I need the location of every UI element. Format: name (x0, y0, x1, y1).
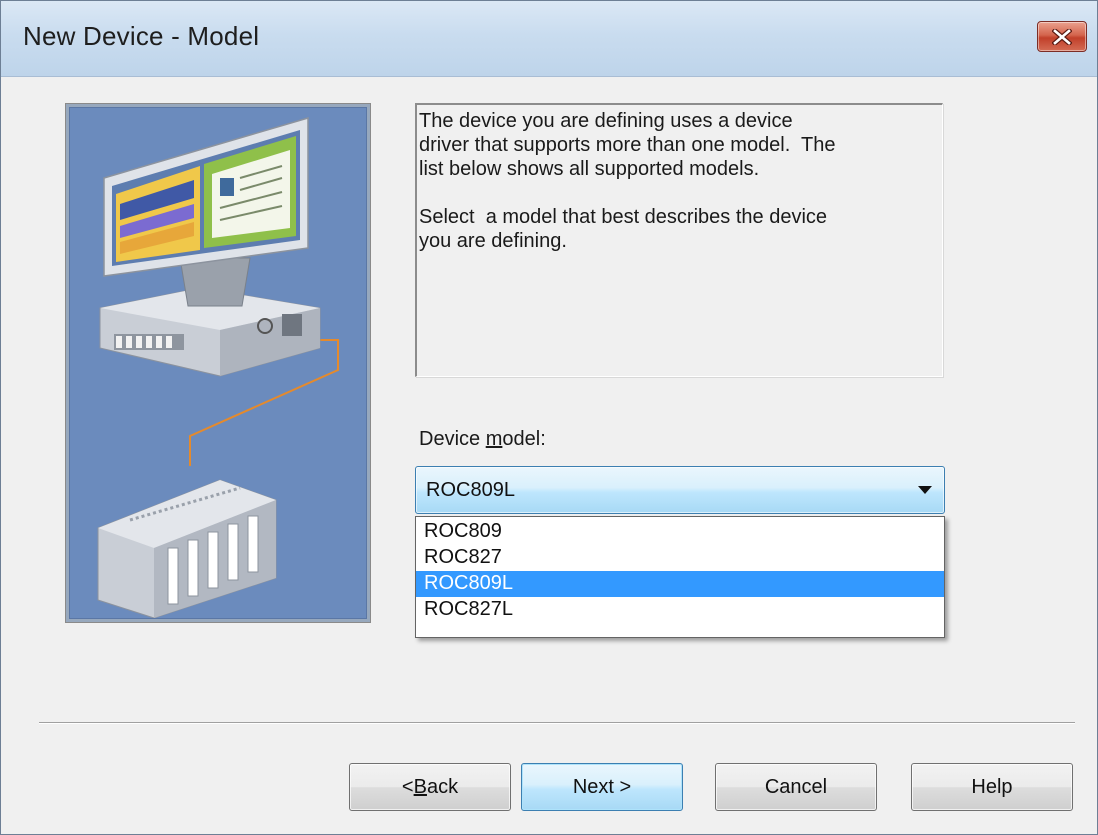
cancel-button[interactable]: Cancel (715, 763, 877, 811)
window-title: New Device - Model (23, 21, 260, 51)
close-button[interactable] (1037, 21, 1087, 52)
help-button[interactable]: Help (911, 763, 1073, 811)
back-button[interactable]: < Back (349, 763, 511, 811)
device-model-dropdown-list[interactable]: ROC809 ROC827 ROC809L ROC827L (415, 516, 945, 638)
new-device-model-dialog: New Device - Model The device you are de… (0, 0, 1098, 835)
back-label-post: ack (426, 775, 459, 798)
next-label: Next > (572, 775, 632, 798)
separator (39, 722, 1075, 724)
dropdown-option-roc827[interactable]: ROC827 (416, 545, 944, 571)
cancel-label: Cancel (764, 775, 828, 798)
device-model-label: Device model: (419, 428, 546, 451)
description-text: The device you are defining uses a devic… (419, 110, 836, 252)
title-bar[interactable]: New Device - Model (1, 1, 1097, 77)
computer-network-illustration (97, 116, 339, 618)
close-icon (1052, 28, 1072, 45)
next-button[interactable]: Next > (521, 763, 683, 811)
wizard-illustration (65, 103, 371, 623)
dropdown-arrow-icon[interactable] (918, 486, 932, 494)
back-label-pre: < (401, 775, 414, 798)
illustration-panel (69, 107, 367, 619)
dropdown-option-roc827l[interactable]: ROC827L (416, 597, 944, 623)
dropdown-option-roc809[interactable]: ROC809 (416, 519, 944, 545)
device-model-combobox[interactable]: ROC809L (415, 466, 945, 514)
description-box: The device you are defining uses a devic… (415, 103, 943, 377)
back-label-accel: B (413, 775, 427, 798)
device-model-label-pre: Device (419, 428, 486, 450)
device-model-selected-value: ROC809L (426, 479, 515, 501)
device-model-label-accel: m (485, 428, 503, 450)
help-label: Help (971, 775, 1013, 798)
dropdown-option-roc809l[interactable]: ROC809L (416, 571, 944, 597)
device-model-label-post: odel: (502, 428, 546, 450)
